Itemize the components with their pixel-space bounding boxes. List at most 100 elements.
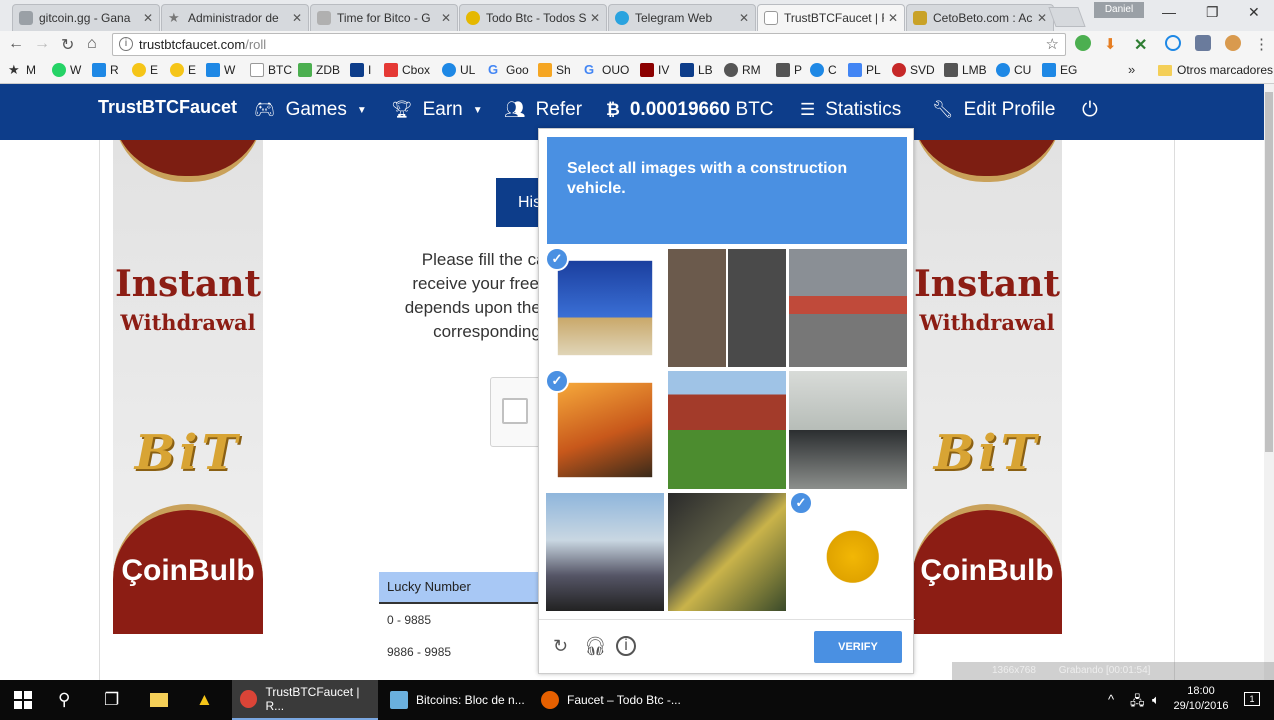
captcha-tile-storefront[interactable] xyxy=(789,249,907,367)
warning-app-icon[interactable]: ▲ xyxy=(196,690,213,710)
menu-icon[interactable]: ⋮ xyxy=(1254,35,1270,53)
browser-tab[interactable]: ★ Administrador de ✕ xyxy=(161,4,309,31)
nav-edit-profile[interactable]: 🔧︎ Edit Profile xyxy=(932,99,1055,121)
folder-icon[interactable] xyxy=(150,693,168,707)
close-icon[interactable]: ✕ xyxy=(292,11,302,25)
reload-icon[interactable]: ↻ xyxy=(553,636,568,657)
bookmark-item[interactable]: LB xyxy=(680,63,713,77)
extension-x-icon[interactable]: ✕ xyxy=(1134,35,1150,54)
captcha-tile-tractor[interactable] xyxy=(668,371,786,489)
bookmark-item[interactable]: E xyxy=(170,63,196,77)
whatsapp-icon xyxy=(52,63,66,77)
recaptcha-checkbox[interactable] xyxy=(502,398,528,424)
close-icon[interactable]: ✕ xyxy=(1037,11,1047,25)
bookmark-item[interactable]: RM xyxy=(724,63,761,77)
download-icon[interactable]: ⬇ xyxy=(1104,35,1120,53)
left-ad-banner[interactable]: Instant Withdrawal BiT ÇoinBulb xyxy=(113,140,263,634)
close-icon[interactable]: ✕ xyxy=(739,11,749,25)
tab-title: Administrador de xyxy=(188,11,279,25)
car-showroom-image xyxy=(789,371,907,489)
browser-tab[interactable]: CetoBeto.com : Ac ✕ xyxy=(906,4,1054,31)
bookmark-item[interactable]: I xyxy=(350,63,371,77)
bookmark-item[interactable]: Sh xyxy=(538,63,571,77)
bookmark-item[interactable]: ZDB xyxy=(298,63,340,77)
close-window-icon[interactable]: ✕ xyxy=(1248,4,1260,21)
bookmark-item[interactable]: IV xyxy=(640,63,669,77)
bookmark-item[interactable]: C xyxy=(810,63,837,77)
bookmark-item[interactable]: Cbox xyxy=(384,63,430,77)
bookmark-item[interactable]: SVD xyxy=(892,63,935,77)
volume-icon[interactable]: 🔈︎ xyxy=(1152,692,1160,708)
scrollbar-thumb[interactable] xyxy=(1265,92,1273,452)
bookmark-item[interactable]: E xyxy=(132,63,158,77)
bookmark-item[interactable]: W xyxy=(206,63,235,77)
extension-icon[interactable] xyxy=(1075,35,1091,51)
captcha-tile-building[interactable] xyxy=(546,493,664,611)
bookmark-item[interactable]: EG xyxy=(1042,63,1077,77)
info-icon[interactable]: i xyxy=(119,37,133,51)
forward-icon[interactable]: → xyxy=(34,35,50,53)
back-icon[interactable]: ← xyxy=(8,35,24,53)
browser-tab[interactable]: gitcoin.gg - Gana ✕ xyxy=(12,4,160,31)
nav-earn[interactable]: 🏆︎ Earn ▼ xyxy=(391,99,483,121)
windows-start-icon[interactable] xyxy=(14,691,32,709)
more-bookmarks-chevron[interactable]: » xyxy=(1128,62,1135,77)
captcha-tile-car-showroom[interactable] xyxy=(789,371,907,489)
site-brand[interactable]: TrustBTCFaucet xyxy=(98,97,237,118)
network-icon[interactable]: 🖧︎ xyxy=(1130,692,1145,714)
bookmark-item[interactable]: R xyxy=(92,63,119,77)
bookmark-star-icon[interactable]: ☆ xyxy=(1046,34,1059,55)
browser-tab[interactable]: Telegram Web ✕ xyxy=(608,4,756,31)
bookmark-item[interactable]: CU xyxy=(996,63,1031,77)
new-tab-button[interactable] xyxy=(1048,7,1086,27)
notification-icon[interactable]: 1 xyxy=(1244,692,1260,706)
power-icon: ⏻ xyxy=(1082,99,1098,121)
browser-tab[interactable]: Todo Btc - Todos S ✕ xyxy=(459,4,607,31)
bookmark-item[interactable]: BTC xyxy=(250,63,292,77)
reload-icon[interactable]: ↻ xyxy=(61,35,74,55)
taskbar-app-firefox[interactable]: Faucet – Todo Btc -... xyxy=(533,680,683,720)
headphones-icon[interactable]: 🎧︎ xyxy=(584,636,607,657)
tray-chevron-icon[interactable]: ^ xyxy=(1108,692,1114,707)
profile-badge[interactable]: Daniel xyxy=(1094,2,1144,18)
restore-icon[interactable]: ❐ xyxy=(1206,4,1219,21)
home-icon[interactable]: ⌂ xyxy=(87,35,97,53)
browser-tab[interactable]: Time for Bitco - G ✕ xyxy=(310,4,458,31)
history-button[interactable]: His xyxy=(496,178,544,227)
bookmark-item[interactable]: PL xyxy=(848,63,881,77)
right-ad-banner[interactable]: Instant Withdrawal BiT ÇoinBulb xyxy=(912,140,1062,634)
bookmark-label: C xyxy=(828,63,837,77)
nav-statistics[interactable]: ☰ Statistics xyxy=(800,99,901,121)
bookmark-item[interactable]: ★ M xyxy=(8,63,36,78)
taskbar-clock[interactable]: 18:00 29/10/2016 xyxy=(1170,684,1232,714)
taskbar-app-notepad[interactable]: Bitcoins: Bloc de n... xyxy=(382,680,530,720)
info-icon[interactable]: i xyxy=(616,636,636,656)
bookmark-item[interactable]: LMB xyxy=(944,63,987,77)
bookmark-item[interactable]: UL xyxy=(442,63,475,77)
close-icon[interactable]: ✕ xyxy=(590,11,600,25)
task-view-icon[interactable]: ❐ xyxy=(104,690,119,710)
cookie-icon[interactable] xyxy=(1225,35,1241,51)
minimize-icon[interactable]: — xyxy=(1162,4,1176,20)
verify-button[interactable]: VERIFY xyxy=(814,631,902,663)
browser-tab-active[interactable]: TrustBTCFaucet | R ✕ xyxy=(757,4,905,31)
captcha-tile-car-parts[interactable] xyxy=(668,249,786,367)
nav-refer[interactable]: 👥︎ Refer xyxy=(504,99,582,121)
search-icon[interactable]: ⚲ xyxy=(58,690,70,710)
other-bookmarks-folder[interactable]: Otros marcadores xyxy=(1158,63,1273,77)
bookmark-item[interactable]: P xyxy=(776,63,802,77)
bookmark-icon xyxy=(724,63,738,77)
logout-button[interactable]: ⏻ xyxy=(1082,99,1108,122)
bookmark-item[interactable]: G OUO xyxy=(584,63,629,78)
extension-icon[interactable] xyxy=(1195,35,1211,51)
extension-icon[interactable] xyxy=(1165,35,1181,51)
bookmark-item[interactable]: G Goo xyxy=(488,63,529,78)
bookmark-item[interactable]: W xyxy=(52,63,81,77)
nav-games[interactable]: 🎮︎ Games ▼ xyxy=(254,99,367,121)
close-icon[interactable]: ✕ xyxy=(143,11,153,25)
close-icon[interactable]: ✕ xyxy=(441,11,451,25)
taskbar-app-chrome[interactable]: TrustBTCFaucet | R... xyxy=(232,680,378,720)
address-bar[interactable]: i trustbtcfaucet.com/roll ☆ xyxy=(112,33,1066,56)
captcha-tile-flowers[interactable] xyxy=(668,493,786,611)
close-icon[interactable]: ✕ xyxy=(888,11,898,25)
